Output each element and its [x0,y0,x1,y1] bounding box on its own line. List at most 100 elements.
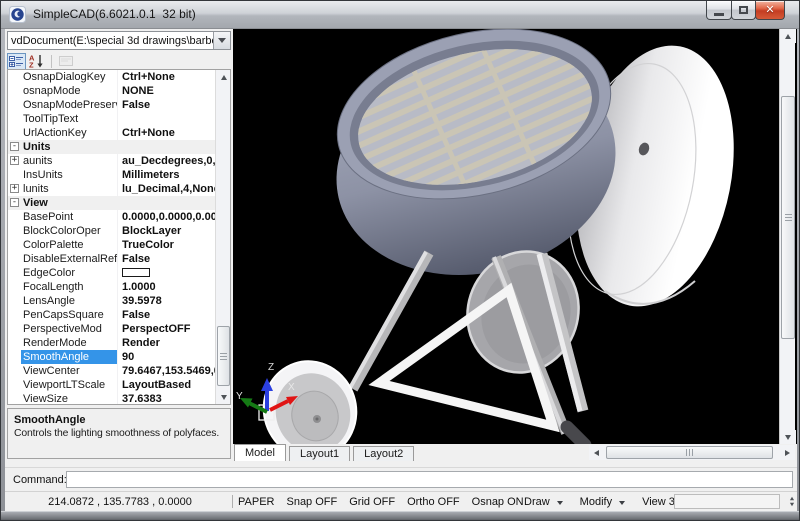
property-value[interactable]: lu_Decimal,4,None [117,182,215,196]
property-value[interactable]: False [117,98,215,112]
property-name[interactable]: ViewSize [21,392,117,405]
viewport-vertical-scrollbar[interactable] [779,29,795,444]
property-row[interactable]: DisableExternalReferFalse [8,252,215,266]
property-name[interactable]: UrlActionKey [21,126,117,140]
collapse-icon[interactable]: - [10,198,19,207]
status-toggle-snap-off[interactable]: Snap OFF [286,496,337,508]
command-input[interactable] [66,471,793,488]
property-row[interactable]: osnapModeNONE [8,84,215,98]
property-row[interactable]: ToolTipText [8,112,215,126]
scroll-down-button[interactable] [216,390,231,404]
property-name[interactable]: InsUnits [21,168,117,182]
property-value[interactable] [117,266,215,280]
scroll-down-button[interactable] [780,430,796,444]
viewport-horizontal-scrollbar[interactable] [589,445,795,460]
property-row[interactable]: OsnapDialogKeyCtrl+None [8,70,215,84]
property-name[interactable]: PenCapsSquare [21,308,117,322]
status-toggle-ortho-off[interactable]: Ortho OFF [407,496,460,508]
property-row[interactable]: RenderModeRender [8,336,215,350]
property-row[interactable]: +lunitslu_Decimal,4,None [8,182,215,196]
property-value[interactable]: LayoutBased [117,378,215,392]
status-menu-draw[interactable]: Draw [524,496,563,508]
title-bar[interactable]: SimpleCAD(6.6021.0.1 32 bit) ✕ [1,1,800,29]
property-name[interactable]: lunits [21,182,117,196]
color-swatch[interactable] [122,268,150,277]
property-value[interactable]: Render [117,336,215,350]
property-row[interactable]: PerspectiveModPerspectOFF [8,322,215,336]
property-value[interactable]: False [117,252,215,266]
property-name[interactable]: DisableExternalRefer [21,252,117,266]
property-value[interactable]: au_Decdegrees,0,No [117,154,215,168]
property-row[interactable]: ViewportLTScaleLayoutBased [8,378,215,392]
collapse-icon[interactable]: - [10,142,19,151]
scrollbar-thumb[interactable] [606,446,773,459]
scroll-left-button[interactable] [589,445,604,460]
property-name[interactable]: SmoothAngle [21,350,117,364]
property-value[interactable]: NONE [117,84,215,98]
property-name[interactable]: ViewCenter [21,364,117,378]
property-value[interactable]: Millimeters [117,168,215,182]
property-name[interactable]: EdgeColor [21,266,117,280]
scroll-up-button[interactable] [216,70,231,84]
property-row[interactable]: OsnapModePreserveFalse [8,98,215,112]
scrollbar-thumb[interactable] [781,96,795,339]
property-value[interactable]: False [117,308,215,322]
alphabetical-sort-button[interactable]: A Z [27,53,46,70]
viewport-3d-model[interactable]: Y Z X [233,29,797,444]
tab-model[interactable]: Model [234,444,286,461]
scroll-right-button[interactable] [780,445,795,460]
property-row[interactable]: +aunitsau_Decdegrees,0,No [8,154,215,168]
property-row[interactable]: ViewCenter79.6467,153.5469,0. [8,364,215,378]
property-row[interactable]: SmoothAngle90 [8,350,215,364]
property-name[interactable]: osnapMode [21,84,117,98]
property-category-row[interactable]: -Units [8,140,215,154]
property-category-row[interactable]: -View [8,196,215,210]
close-button[interactable]: ✕ [755,1,785,20]
expand-icon[interactable]: + [10,184,19,193]
property-value[interactable]: 1.0000 [117,280,215,294]
property-value[interactable]: 79.6467,153.5469,0. [117,364,215,378]
property-row[interactable]: InsUnitsMillimeters [8,168,215,182]
property-value[interactable]: 37.6383 [117,392,215,405]
drawing-viewport[interactable]: Y Z X [233,29,797,444]
property-name[interactable]: OsnapDialogKey [21,70,117,84]
categorized-view-button[interactable] [7,53,26,70]
property-value[interactable]: TrueColor [117,238,215,252]
document-selector[interactable]: vdDocument(E:\special 3d drawings\barbec… [7,31,231,50]
property-grid-scrollbar[interactable] [215,70,230,404]
scrollbar-thumb[interactable] [217,326,230,386]
property-name[interactable]: ViewportLTScale [21,378,117,392]
minimize-button[interactable] [706,1,732,20]
property-name[interactable]: BlockColorOper [21,224,117,238]
property-value[interactable]: 90 [117,350,215,364]
property-value[interactable]: Ctrl+None [117,70,215,84]
property-row[interactable]: UrlActionKeyCtrl+None [8,126,215,140]
scroll-up-button[interactable] [780,29,796,43]
property-row[interactable]: ColorPaletteTrueColor [8,238,215,252]
property-row[interactable]: LensAngle39.5978 [8,294,215,308]
property-name[interactable]: ToolTipText [21,112,117,126]
property-name[interactable]: aunits [21,154,117,168]
property-row[interactable]: BasePoint0.0000,0.0000,0.000 [8,210,215,224]
tab-layout2[interactable]: Layout2 [353,446,414,461]
property-name[interactable]: FocalLength [21,280,117,294]
property-value[interactable]: PerspectOFF [117,322,215,336]
property-row[interactable]: BlockColorOperBlockLayer [8,224,215,238]
status-toggle-grid-off[interactable]: Grid OFF [349,496,395,508]
restore-button[interactable] [731,1,756,20]
status-toggle-osnap-on[interactable]: Osnap ON [472,496,524,508]
property-name[interactable]: View [21,196,117,210]
property-name[interactable]: RenderMode [21,336,117,350]
tab-layout1[interactable]: Layout1 [289,446,350,461]
property-row[interactable]: FocalLength1.0000 [8,280,215,294]
status-toggle-paper[interactable]: PAPER [238,496,274,508]
status-menu-modify[interactable]: Modify [580,496,625,508]
property-row[interactable]: PenCapsSquareFalse [8,308,215,322]
document-selector-dropdown-button[interactable] [213,32,230,49]
property-value[interactable]: BlockLayer [117,224,215,238]
property-name[interactable]: Units [21,140,117,154]
status-spinner-control[interactable] [786,495,797,508]
property-row[interactable]: EdgeColor [8,266,215,280]
property-value[interactable]: 0.0000,0.0000,0.000 [117,210,215,224]
property-value[interactable]: Ctrl+None [117,126,215,140]
